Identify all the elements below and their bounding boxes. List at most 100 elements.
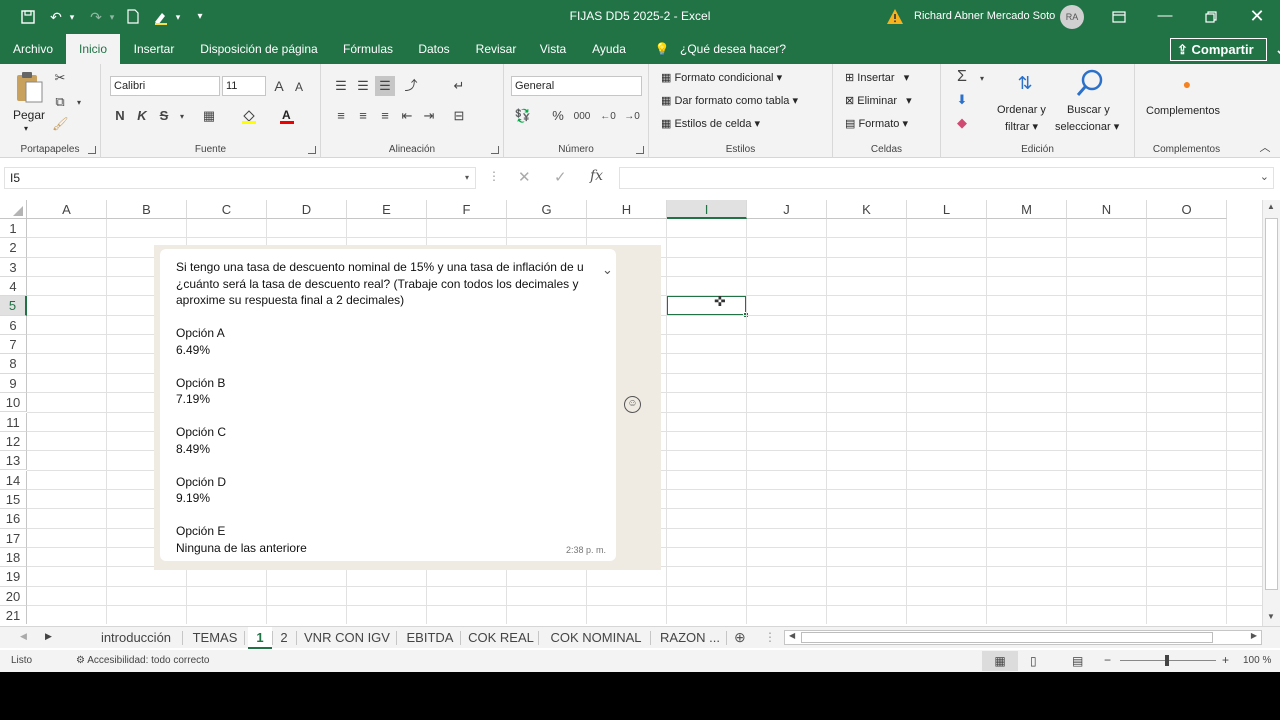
zoom-out-icon[interactable]: − bbox=[1104, 653, 1111, 667]
collapse-ribbon-icon[interactable]: ︿ bbox=[1258, 140, 1272, 156]
zoom-level[interactable]: 100 % bbox=[1243, 655, 1271, 666]
name-box-dropdown-icon[interactable]: ▾ bbox=[465, 168, 469, 188]
selected-cell-i5[interactable] bbox=[666, 295, 747, 316]
autosum-icon[interactable]: Σ bbox=[953, 69, 971, 85]
save-icon[interactable] bbox=[18, 7, 38, 27]
italic-button[interactable]: K bbox=[135, 108, 149, 124]
page-break-view-icon[interactable]: ▤ bbox=[1072, 654, 1083, 668]
wrap-text-icon[interactable]: ↵ bbox=[451, 78, 467, 94]
column-header-i[interactable]: I bbox=[667, 200, 747, 219]
zoom-slider-thumb[interactable] bbox=[1165, 655, 1169, 666]
row-header-19[interactable]: 19 bbox=[0, 567, 27, 587]
align-bottom-icon[interactable]: ☰ bbox=[375, 76, 395, 96]
tab-archivo[interactable]: Archivo bbox=[6, 34, 60, 64]
zoom-in-icon[interactable]: + bbox=[1222, 653, 1229, 667]
sheet-tab[interactable]: RAZON ... bbox=[654, 627, 726, 649]
font-color-icon[interactable]: A bbox=[279, 108, 295, 128]
row-header-10[interactable]: 10 bbox=[0, 393, 27, 413]
scroll-up-icon[interactable]: ▲ bbox=[1267, 202, 1275, 211]
decrease-indent-icon[interactable]: ⇤ bbox=[399, 108, 415, 124]
column-header-g[interactable]: G bbox=[507, 200, 587, 219]
format-cells-button[interactable]: ▤ Formato ▾ bbox=[845, 117, 908, 130]
cell-styles-button[interactable]: ▦ Estilos de celda ▾ bbox=[661, 117, 760, 130]
cancel-entry-icon[interactable]: ✕ bbox=[518, 168, 531, 186]
sheet-tab[interactable]: introducción bbox=[90, 627, 182, 649]
scroll-right-icon[interactable]: ▶ bbox=[1251, 631, 1257, 640]
avatar[interactable]: RA bbox=[1060, 5, 1084, 29]
format-as-table-button[interactable]: ▦ Dar formato como tabla ▾ bbox=[661, 94, 798, 107]
column-header-a[interactable]: A bbox=[27, 200, 107, 219]
name-box[interactable]: I5 ▾ bbox=[4, 167, 476, 189]
warning-icon[interactable] bbox=[886, 8, 904, 26]
column-header-k[interactable]: K bbox=[827, 200, 907, 219]
prev-sheet-icon[interactable]: ◀ bbox=[20, 631, 27, 642]
minimize-icon[interactable]: — bbox=[1142, 0, 1188, 34]
next-sheet-icon[interactable]: ▶ bbox=[45, 631, 52, 642]
addins-button[interactable]: ● Complementos bbox=[1143, 72, 1231, 132]
row-header-4[interactable]: 4 bbox=[0, 277, 27, 297]
row-header-20[interactable]: 20 bbox=[0, 586, 27, 606]
row-header-8[interactable]: 8 bbox=[0, 354, 27, 374]
copy-dropdown-icon[interactable]: ▾ bbox=[74, 95, 84, 111]
page-layout-view-icon[interactable]: ▯ bbox=[1030, 654, 1037, 668]
bold-button[interactable]: N bbox=[113, 108, 127, 124]
row-header-6[interactable]: 6 bbox=[0, 315, 27, 336]
column-header-d[interactable]: D bbox=[267, 200, 347, 219]
align-center-icon[interactable]: ≡ bbox=[355, 108, 371, 124]
ribbon-collapse-chevron-icon[interactable]: ⌄ bbox=[1275, 39, 1280, 60]
tab-insertar[interactable]: Insertar bbox=[126, 34, 182, 64]
format-painter-icon[interactable]: 🖌 bbox=[52, 116, 69, 132]
tab-ayuda[interactable]: Ayuda bbox=[584, 34, 634, 64]
font-name-select[interactable]: Calibri bbox=[110, 76, 220, 96]
normal-view-icon[interactable]: ▦ bbox=[982, 651, 1018, 671]
column-header-f[interactable]: F bbox=[427, 200, 507, 219]
borders-icon[interactable]: ▦ bbox=[201, 108, 217, 124]
close-icon[interactable]: ✕ bbox=[1234, 0, 1280, 34]
delete-cells-button[interactable]: ⊠ Eliminar ▾ bbox=[845, 94, 912, 107]
row-header-18[interactable]: 18 bbox=[0, 547, 27, 568]
row-header-13[interactable]: 13 bbox=[0, 451, 27, 471]
tab-formulas[interactable]: Fórmulas bbox=[336, 34, 400, 64]
column-header-j[interactable]: J bbox=[747, 200, 827, 219]
row-header-14[interactable]: 14 bbox=[0, 470, 27, 490]
customize-qa-icon[interactable]: ▾ bbox=[194, 7, 206, 27]
insert-cells-button[interactable]: ⊞ Insertar ▾ bbox=[845, 71, 909, 84]
row-header-7[interactable]: 7 bbox=[0, 335, 27, 355]
format-painter-qa-icon[interactable] bbox=[150, 7, 172, 27]
merge-center-icon[interactable]: ⊟ bbox=[451, 108, 467, 124]
restore-icon[interactable] bbox=[1188, 0, 1234, 34]
accessibility-status[interactable]: ⚙ Accesibilidad: todo correcto bbox=[76, 655, 210, 666]
redo-dropdown-icon[interactable]: ▾ bbox=[106, 7, 118, 27]
column-header-o[interactable]: O bbox=[1147, 200, 1227, 219]
paste-button[interactable]: Pegar ▾ bbox=[10, 70, 48, 136]
column-header-m[interactable]: M bbox=[987, 200, 1067, 219]
accounting-format-icon[interactable]: 💱 bbox=[514, 108, 532, 124]
tab-inicio[interactable]: Inicio bbox=[66, 34, 120, 64]
align-right-icon[interactable]: ≡ bbox=[377, 108, 393, 124]
underline-dropdown-icon[interactable]: ▾ bbox=[177, 109, 187, 125]
row-header-5[interactable]: 5 bbox=[0, 296, 27, 316]
new-document-icon[interactable] bbox=[124, 7, 142, 27]
column-header-n[interactable]: N bbox=[1067, 200, 1147, 219]
strikethrough-button[interactable]: S bbox=[157, 108, 171, 124]
increase-font-icon[interactable]: A bbox=[271, 78, 287, 94]
row-header-1[interactable]: 1 bbox=[0, 219, 27, 239]
horizontal-scroll-thumb[interactable] bbox=[801, 632, 1213, 643]
column-header-h[interactable]: H bbox=[587, 200, 667, 219]
column-header-l[interactable]: L bbox=[907, 200, 987, 219]
tab-disposicion[interactable]: Disposición de página bbox=[192, 34, 326, 64]
row-header-2[interactable]: 2 bbox=[0, 238, 27, 258]
copy-icon[interactable]: ⧉ bbox=[52, 94, 68, 110]
more-options-icon[interactable]: ⋮ bbox=[488, 169, 500, 183]
row-header-21[interactable]: 21 bbox=[0, 606, 27, 624]
undo-icon[interactable]: ↶ bbox=[46, 7, 66, 27]
sort-filter-button[interactable]: ⇅ Ordenar y filtrar ▾ bbox=[993, 68, 1057, 138]
lightbulb-icon[interactable]: 💡 bbox=[652, 34, 672, 64]
row-header-15[interactable]: 15 bbox=[0, 489, 27, 510]
row-header-11[interactable]: 11 bbox=[0, 412, 27, 432]
column-header-b[interactable]: B bbox=[107, 200, 187, 219]
dialog-launcher-icon[interactable] bbox=[88, 146, 96, 154]
cut-icon[interactable]: ✂ bbox=[52, 70, 68, 86]
align-top-icon[interactable]: ☰ bbox=[333, 78, 349, 94]
sheet-tab[interactable]: 1 bbox=[248, 627, 272, 649]
